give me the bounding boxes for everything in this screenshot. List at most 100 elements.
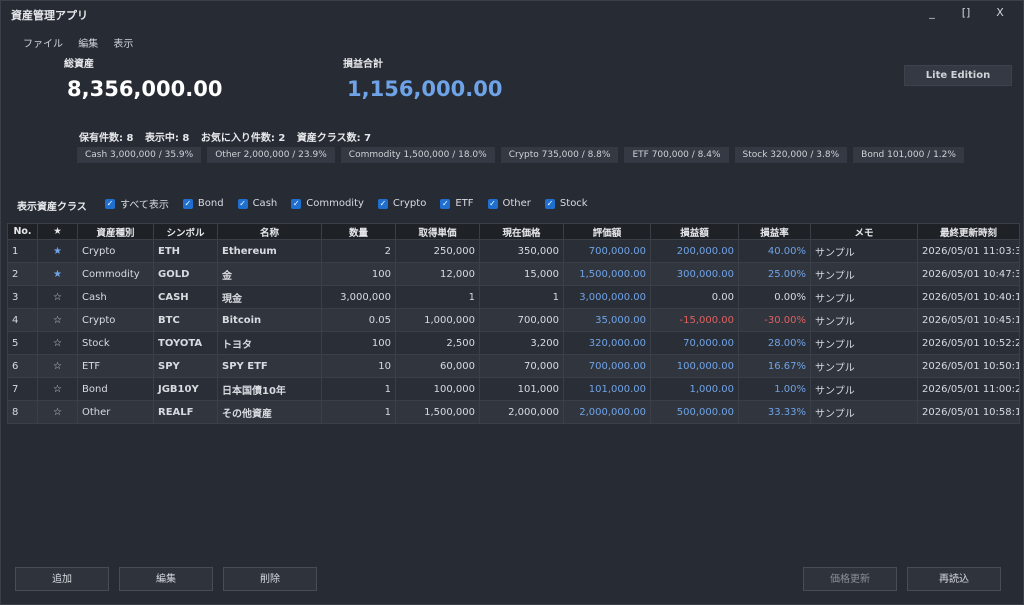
- minimize-button[interactable]: _: [922, 6, 942, 19]
- filter-stock-checkbox[interactable]: ✓ Stock: [544, 196, 588, 211]
- filter-etf-checkbox[interactable]: ✓ ETF: [440, 196, 474, 211]
- favorite-star-icon[interactable]: ☆: [37, 400, 78, 424]
- cost-price: 1,000,000: [395, 308, 480, 332]
- table-row[interactable]: 4 ☆ Crypto BTC Bitcoin 0.05 1,000,000 700,000 35…: [7, 308, 1020, 332]
- cost-price: 12,000: [395, 262, 480, 286]
- menu-view[interactable]: 表示: [113, 39, 133, 50]
- total-assets-value: 8,356,000.00: [67, 77, 223, 101]
- current-price: 15,000: [479, 262, 564, 286]
- asset-name: SPY ETF: [217, 354, 322, 378]
- column-header[interactable]: 損益率: [738, 223, 811, 240]
- last-updated: 2026/05/01 11:00:29: [917, 377, 1020, 401]
- column-header[interactable]: 数量: [321, 223, 396, 240]
- current-price: 700,000: [479, 308, 564, 332]
- favorite-star-icon[interactable]: ☆: [37, 354, 78, 378]
- checkmark-icon: ✓: [105, 198, 115, 209]
- update-prices-button[interactable]: 価格更新: [803, 567, 897, 591]
- last-updated: 2026/05/01 10:40:14: [917, 285, 1020, 309]
- profit-loss: 200,000.00: [650, 239, 739, 263]
- delete-button[interactable]: 削除: [223, 567, 317, 591]
- profit-loss-rate: 25.00%: [738, 262, 811, 286]
- menu-file[interactable]: ファイル: [23, 39, 63, 50]
- filter-all-checkbox[interactable]: ✓ すべて表示: [105, 196, 169, 211]
- filter-commodity-checkbox[interactable]: ✓ Commodity: [291, 196, 364, 211]
- favorite-star-icon[interactable]: ☆: [37, 377, 78, 401]
- filter-cash-checkbox[interactable]: ✓ Cash: [237, 196, 277, 211]
- column-header[interactable]: No.: [7, 223, 38, 240]
- column-header[interactable]: 評価額: [563, 223, 651, 240]
- menu-bar: ファイル 編集 表示: [23, 35, 145, 50]
- column-header[interactable]: ★: [37, 223, 78, 240]
- column-header[interactable]: 名称: [217, 223, 322, 240]
- reload-button[interactable]: 再読込: [907, 567, 1001, 591]
- symbol: REALF: [153, 400, 218, 424]
- quantity: 1: [321, 377, 396, 401]
- maximize-button[interactable]: []: [956, 6, 976, 19]
- row-number: 2: [7, 262, 38, 286]
- table-row[interactable]: 8 ☆ Other REALF その他資産 1 1,500,000 2,000,000 2,00…: [7, 400, 1020, 424]
- asset-type: Other: [77, 400, 154, 424]
- filter-label: 表示資産クラス: [17, 202, 87, 213]
- asset-type: Commodity: [77, 262, 154, 286]
- cost-price: 1: [395, 285, 480, 309]
- profit-loss-rate: 0.00%: [738, 285, 811, 309]
- table-row[interactable]: 6 ☆ ETF SPY SPY ETF 10 60,000 70,000 700,000.00 1…: [7, 354, 1020, 378]
- valuation: 2,000,000.00: [563, 400, 651, 424]
- favorite-star-icon[interactable]: ☆: [37, 308, 78, 332]
- quantity: 0.05: [321, 308, 396, 332]
- quantity: 100: [321, 262, 396, 286]
- column-header[interactable]: 資産種別: [77, 223, 154, 240]
- favorite-star-icon[interactable]: ★: [37, 239, 78, 263]
- filter-bond-checkbox[interactable]: ✓ Bond: [182, 196, 224, 211]
- current-price: 3,200: [479, 331, 564, 355]
- allocation-chip: Bond 101,000 / 1.2%: [853, 147, 964, 163]
- last-updated: 2026/05/01 10:45:12: [917, 308, 1020, 332]
- last-updated: 2026/05/01 10:47:33: [917, 262, 1020, 286]
- quantity: 100: [321, 331, 396, 355]
- table-row[interactable]: 5 ☆ Stock TOYOTA トヨタ 100 2,500 3,200 320,000.00 7…: [7, 331, 1020, 355]
- class-count: 資産クラス数: 7: [296, 133, 372, 144]
- row-number: 8: [7, 400, 38, 424]
- menu-edit[interactable]: 編集: [78, 39, 98, 50]
- column-header[interactable]: 最終更新時刻: [917, 223, 1020, 240]
- symbol: JGB10Y: [153, 377, 218, 401]
- asset-name: Ethereum: [217, 239, 322, 263]
- filter-crypto-checkbox[interactable]: ✓ Crypto: [377, 196, 426, 211]
- memo: サンプル: [810, 400, 918, 424]
- table-row[interactable]: 1 ★ Crypto ETH Ethereum 2 250,000 350,000 700,00…: [7, 239, 1020, 263]
- close-button[interactable]: X: [990, 6, 1010, 19]
- table-body: 1 ★ Crypto ETH Ethereum 2 250,000 350,000 700,00…: [7, 239, 1020, 424]
- column-header[interactable]: シンボル: [153, 223, 218, 240]
- row-number: 4: [7, 308, 38, 332]
- table-row[interactable]: 2 ★ Commodity GOLD 金 100 12,000 15,000 1,500,000…: [7, 262, 1020, 286]
- allocation-chip: Commodity 1,500,000 / 18.0%: [340, 147, 495, 163]
- favorite-star-icon[interactable]: ☆: [37, 285, 78, 309]
- shown-count: 表示中: 8: [144, 133, 190, 144]
- current-price: 1: [479, 285, 564, 309]
- column-header[interactable]: 損益額: [650, 223, 739, 240]
- edit-button[interactable]: 編集: [119, 567, 213, 591]
- last-updated: 2026/05/01 11:03:39: [917, 239, 1020, 263]
- table-row[interactable]: 7 ☆ Bond JGB10Y 日本国債10年 1 100,000 101,000 101,00…: [7, 377, 1020, 401]
- allocation-chip: Cash 3,000,000 / 35.9%: [77, 147, 202, 163]
- column-header[interactable]: 現在価格: [479, 223, 564, 240]
- valuation: 101,000.00: [563, 377, 651, 401]
- table-row[interactable]: 3 ☆ Cash CASH 現金 3,000,000 1 1 3,000,000.00 0.00 0…: [7, 285, 1020, 309]
- add-button[interactable]: 追加: [15, 567, 109, 591]
- title-bar: 資産管理アプリ _ [] X: [1, 1, 1023, 29]
- symbol: BTC: [153, 308, 218, 332]
- holdings-count: 保有件数: 8: [79, 133, 134, 144]
- assets-table: No. ★ 資産種別 シンボル 名称 数量 取得単価 現在価格 評価額 損益額 損益率 メモ 最終更新時…: [7, 223, 1020, 424]
- filter-other-checkbox[interactable]: ✓ Other: [487, 196, 531, 211]
- cost-price: 100,000: [395, 377, 480, 401]
- column-header[interactable]: メモ: [810, 223, 918, 240]
- symbol: CASH: [153, 285, 218, 309]
- favorite-star-icon[interactable]: ★: [37, 262, 78, 286]
- memo: サンプル: [810, 239, 918, 263]
- favorite-star-icon[interactable]: ☆: [37, 331, 78, 355]
- symbol: GOLD: [153, 262, 218, 286]
- memo: サンプル: [810, 308, 918, 332]
- row-number: 6: [7, 354, 38, 378]
- column-header[interactable]: 取得単価: [395, 223, 480, 240]
- valuation: 700,000.00: [563, 239, 651, 263]
